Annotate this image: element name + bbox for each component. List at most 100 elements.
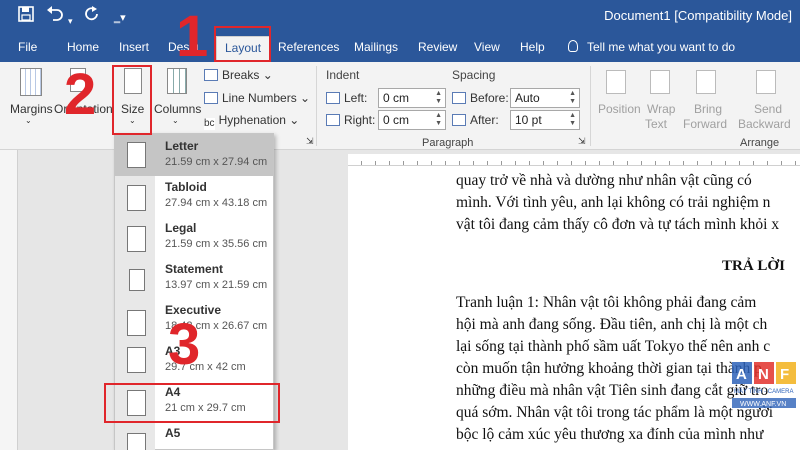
send-backward-label-1: Send (754, 102, 783, 116)
wrap-text-label-1: Wrap (647, 102, 676, 116)
lightbulb-icon (568, 40, 578, 52)
spacing-before-value: Auto (515, 91, 540, 105)
page-size-icon (127, 226, 146, 252)
tab-home[interactable]: Home (67, 40, 99, 54)
columns-dropdown-icon: ⌄ (172, 116, 179, 125)
document-text-line: mình. Với tình yêu, anh lại không có trả… (456, 194, 771, 211)
spacing-after-input[interactable]: 10 pt ▲ ▼ (510, 110, 580, 130)
size-option-dims: 21.59 cm x 27.94 cm (165, 156, 268, 168)
size-option-dims: 21.59 cm x 35.56 cm (165, 238, 268, 250)
paragraph-launcher-icon[interactable]: ⇲ (578, 136, 586, 147)
hyphenation-button[interactable]: bc Hyphenation ⌄ (204, 113, 299, 130)
page-size-icon (127, 310, 146, 336)
spinner-arrows-icon[interactable]: ▲ ▼ (569, 90, 576, 106)
spacing-after-text: After: (470, 113, 499, 127)
position-icon (606, 70, 626, 94)
position-label: Position (598, 102, 641, 116)
tab-references[interactable]: References (278, 40, 339, 54)
size-option-a5[interactable]: A5 (115, 421, 273, 450)
page-size-icon (127, 142, 146, 168)
line-numbers-icon (204, 92, 218, 104)
document-title: Document1 [Compatibility Mode] (604, 8, 792, 23)
svg-text:MÁY TÍNH - CAMERA: MÁY TÍNH - CAMERA (734, 388, 793, 395)
tell-me-label: Tell me what you want to do (587, 40, 736, 54)
hyphenation-icon: bc (204, 118, 215, 130)
document-text-line: lại sống tại thành phố sầm uất Tokyo thế… (456, 338, 771, 355)
document-text-line: những điều mà nhân vật Tiên sinh đang cắ… (456, 382, 769, 399)
tab-view[interactable]: View (474, 40, 500, 54)
document-heading: TRẢ LỜI (722, 258, 785, 274)
indent-left-text: Left: (344, 91, 368, 105)
tell-me-search[interactable]: Tell me what you want to do (568, 40, 735, 54)
tab-review[interactable]: Review (418, 40, 457, 54)
undo-icon[interactable] (46, 6, 64, 28)
indent-right-input[interactable]: 0 cm ▲ ▼ (378, 110, 446, 130)
document-text-line: Tranh luận 1: Nhân vật tôi không phải đa… (456, 294, 757, 311)
spinner-arrows-icon[interactable]: ▲ ▼ (569, 112, 576, 128)
document-text-line: bộc lộ cảm xúc yêu thương xa đính của mì… (456, 426, 764, 443)
hyphenation-label: Hyphenation (218, 113, 286, 127)
annotation-box-a4 (104, 383, 280, 423)
breaks-button[interactable]: Breaks ⌄ (204, 68, 273, 82)
bring-forward-icon (696, 70, 716, 94)
indent-right-icon (326, 114, 340, 126)
breaks-label: Breaks (222, 68, 260, 82)
columns-label: Columns (154, 102, 202, 116)
page-size-icon (127, 185, 146, 211)
bring-forward-label-1: Bring (694, 102, 723, 116)
customize-toolbar-icon[interactable]: ‗▾ (114, 8, 126, 28)
indent-left-icon (326, 92, 340, 104)
spinner-arrows-icon[interactable]: ▲ ▼ (435, 90, 442, 106)
document-text-line: còn muốn tận hưởng khoảng thời gian tại … (456, 360, 762, 377)
spacing-after-value: 10 pt (515, 113, 542, 127)
svg-text:A: A (736, 366, 747, 383)
spinner-arrows-icon[interactable]: ▲ ▼ (435, 112, 442, 128)
annotation-number-3: 3 (168, 312, 201, 377)
save-icon[interactable] (18, 6, 34, 28)
page-setup-launcher-icon[interactable]: ⇲ (306, 136, 314, 147)
horizontal-ruler (348, 154, 800, 166)
page-size-icon (127, 347, 146, 373)
size-option-dims: 27.94 cm x 43.18 cm (165, 197, 268, 209)
margins-dropdown-icon: ⌄ (25, 116, 32, 125)
indent-left-input[interactable]: 0 cm ▲ ▼ (378, 88, 446, 108)
size-option-legal[interactable]: Legal 21.59 cm x 35.56 cm (115, 216, 273, 258)
annotation-number-2: 2 (64, 62, 97, 127)
size-option-letter[interactable]: Letter 21.59 cm x 27.94 cm (115, 134, 273, 176)
size-option-name: A5 (165, 426, 181, 440)
size-option-dims: 13.97 cm x 21.59 cm (165, 279, 268, 291)
title-bar: ▾ ‗▾ Document1 [Compatibility Mode] (0, 0, 800, 34)
annotation-number-1: 1 (176, 4, 209, 69)
breaks-icon (204, 69, 218, 81)
chevron-down-icon[interactable]: ▾ (68, 11, 73, 31)
columns-icon (167, 68, 187, 94)
document-text-line: quá sớm. Nhân vật tôi trong tác phẩm là … (456, 404, 774, 421)
tab-help[interactable]: Help (520, 40, 545, 54)
indent-title: Indent (326, 68, 360, 82)
tab-insert[interactable]: Insert (119, 40, 149, 54)
spacing-before-icon (452, 92, 466, 104)
tab-mailings[interactable]: Mailings (354, 40, 398, 54)
indent-right-text: Right: (344, 113, 376, 127)
send-backward-icon (756, 70, 776, 94)
spacing-before-input[interactable]: Auto ▲ ▼ (510, 88, 580, 108)
annotation-box-layout (214, 26, 271, 62)
size-option-name: Legal (165, 221, 197, 235)
margins-label: Margins (10, 102, 53, 116)
ribbon-tabs: File Home Insert Desig Layout References… (0, 34, 800, 62)
indent-left-value: 0 cm (383, 91, 410, 105)
svg-text:N: N (758, 366, 769, 383)
bring-forward-label-2: Forward (683, 117, 728, 131)
tab-file[interactable]: File (18, 40, 37, 54)
spacing-before-text: Before: (470, 91, 509, 105)
margins-icon (20, 68, 42, 96)
spacing-after-label: After: (452, 113, 499, 127)
group-separator (316, 66, 317, 146)
size-option-tabloid[interactable]: Tabloid 27.94 cm x 43.18 cm (115, 175, 273, 217)
redo-icon[interactable] (84, 6, 100, 28)
anf-logo: A N F MÁY TÍNH - CAMERA WWW.ANF.VN (732, 362, 796, 410)
line-numbers-label: Line Numbers (222, 91, 297, 105)
size-option-statement[interactable]: Statement 13.97 cm x 21.59 cm (115, 257, 273, 299)
line-numbers-button[interactable]: Line Numbers ⌄ (204, 91, 310, 105)
arrange-group-label: Arrange (740, 137, 780, 149)
